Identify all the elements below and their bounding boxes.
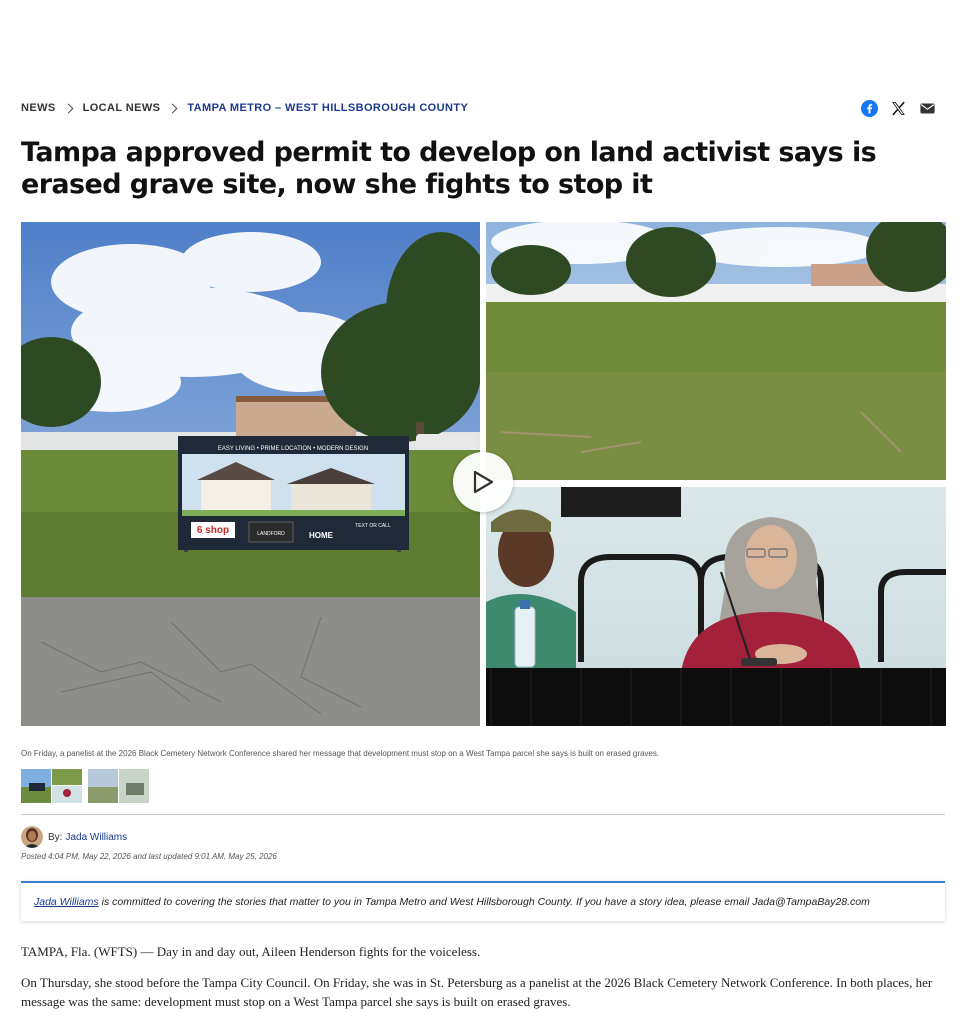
gallery-thumbnails bbox=[21, 769, 149, 803]
play-button[interactable] bbox=[453, 452, 513, 512]
breadcrumb: News Local News Tampa Metro – West Hills… bbox=[21, 102, 468, 114]
share-bar bbox=[861, 100, 936, 117]
author-avatar bbox=[21, 826, 43, 848]
email-icon[interactable] bbox=[919, 100, 936, 117]
hero-video[interactable]: EASY LIVING • PRIME LOCATION • MODERN DE… bbox=[21, 222, 946, 726]
chevron-right-icon bbox=[167, 103, 178, 113]
article-paragraph-2: On Thursday, she stood before the Tampa … bbox=[21, 975, 933, 1009]
author-promo-box: Jada Williams is committed to covering t… bbox=[21, 881, 945, 921]
author-link[interactable]: Jada Williams bbox=[65, 832, 127, 843]
facebook-icon[interactable] bbox=[861, 100, 878, 117]
byline: By: Jada Williams bbox=[21, 826, 127, 848]
promo-text: is committed to covering the stories tha… bbox=[101, 896, 870, 908]
byline-divider bbox=[21, 814, 945, 815]
breadcrumb-news[interactable]: News bbox=[21, 102, 56, 114]
breadcrumb-tampa-metro[interactable]: Tampa Metro – West Hillsborough County bbox=[187, 102, 468, 114]
article-headline: Tampa approved permit to develop on land… bbox=[21, 137, 877, 200]
posted-timestamp: Posted 4:04 PM, May 22, 2026 and last up… bbox=[21, 852, 277, 861]
sign-badge: 6 shop bbox=[197, 525, 229, 536]
sign-brand: LANDFORD bbox=[257, 531, 285, 537]
image-caption: On Friday, a panelist at the 2026 Black … bbox=[21, 749, 660, 758]
chevron-right-icon bbox=[63, 103, 74, 113]
promo-author-link[interactable]: Jada Williams bbox=[34, 896, 99, 908]
byline-prefix: By: bbox=[48, 831, 63, 843]
x-icon[interactable] bbox=[890, 100, 907, 117]
breadcrumb-local-news[interactable]: Local News bbox=[83, 102, 161, 114]
article-paragraph-1: TAMPA, Fla. (WFTS) — Day in and day out,… bbox=[21, 944, 481, 959]
sign-top-text: EASY LIVING • PRIME LOCATION • MODERN DE… bbox=[218, 446, 368, 452]
sign-home: HOME bbox=[309, 531, 334, 540]
gallery-thumbnail-1[interactable] bbox=[21, 769, 82, 803]
sign-cta: TEXT OR CALL bbox=[355, 523, 391, 529]
play-icon bbox=[473, 470, 494, 494]
gallery-thumbnail-2[interactable] bbox=[88, 769, 149, 803]
